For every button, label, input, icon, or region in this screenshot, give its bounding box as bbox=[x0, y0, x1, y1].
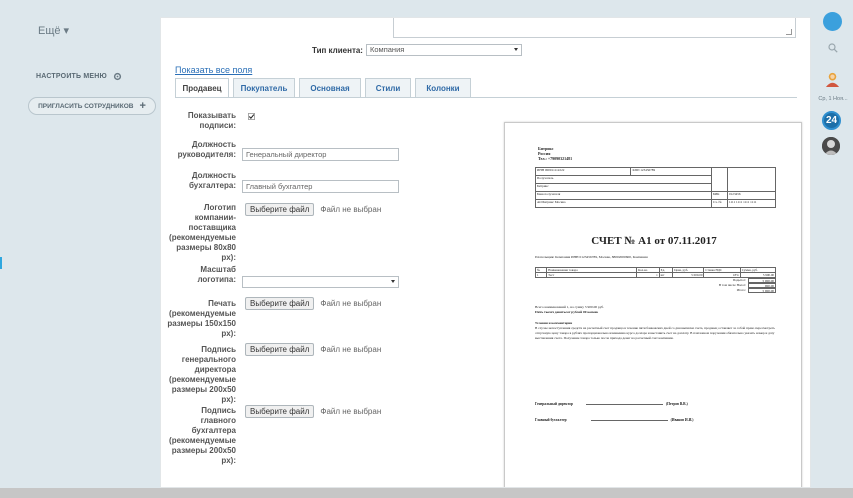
tab-seller[interactable]: Продавец bbox=[175, 78, 229, 97]
stamp-file-status: Файл не выбран bbox=[320, 299, 382, 308]
client-type-value: Компания bbox=[370, 45, 405, 54]
setup-menu-label: НАСТРОИТЬ МЕНЮ bbox=[36, 73, 107, 80]
accountant-name: (Иванов И.И.) bbox=[670, 418, 694, 422]
more-menu-link[interactable]: Ещё ▾ bbox=[38, 24, 69, 37]
tab-columns[interactable]: Колонки bbox=[415, 78, 471, 97]
totals-label: Итого: bbox=[736, 288, 746, 292]
director-signature-label: Подпись генерального директора (рекоменд… bbox=[169, 345, 236, 404]
invite-employees-button[interactable]: ПРИГЛАСИТЬ СОТРУДНИКОВ + bbox=[28, 97, 156, 115]
logo-file-field: Выберите файл Файл не выбран bbox=[245, 203, 381, 216]
seller-phone: Тел.: +79090321481 bbox=[538, 156, 573, 161]
bank-cell: Получатель bbox=[535, 175, 712, 184]
director-signature-file-field: Выберите файл Файл не выбран bbox=[245, 343, 381, 356]
invoice-totals: Подытог: 5 000.00 В том числе Налог: 900… bbox=[685, 278, 776, 293]
contact-avatar[interactable] bbox=[822, 137, 840, 155]
signature-line bbox=[590, 420, 668, 421]
left-sidebar: Ещё ▾ НАСТРОИТЬ МЕНЮ ПРИГЛАСИТЬ СОТРУДНИ… bbox=[14, 18, 156, 488]
user-avatar-icon[interactable] bbox=[824, 71, 841, 88]
bank-cell: ИНН 000011112222 bbox=[534, 167, 632, 176]
invoice-title: СЧЕТ № A1 от 07.11.2017 bbox=[591, 235, 717, 247]
invoice-seller-header: Битрикс Россия Тел.: +79090321481 bbox=[538, 146, 572, 161]
table-cell: шт bbox=[658, 272, 674, 278]
director-signature-line: Генеральный директор (Петров В.В.) bbox=[535, 402, 688, 406]
dropdown-arrow-icon bbox=[514, 48, 518, 51]
director-position-input[interactable]: Генеральный директор bbox=[242, 148, 399, 161]
invoice-preview: Битрикс Россия Тел.: +79090321481 ИНН 00… bbox=[504, 122, 802, 487]
table-cell: Тест bbox=[546, 272, 638, 278]
blue-marker bbox=[0, 257, 2, 269]
accountant-title: Главный бухгалтер bbox=[535, 418, 567, 422]
table-cell: 18% bbox=[703, 272, 741, 278]
bank-cell: Битрикс bbox=[535, 183, 712, 192]
comment-textarea[interactable] bbox=[393, 18, 796, 38]
invoice-settings-panel: Тип клиента: Компания Показать все поля … bbox=[160, 17, 811, 488]
conditions-text: В случае непоступления средств на расчет… bbox=[535, 326, 775, 340]
table-row: 1 Тест 1 шт 5 000.00 18% 5 900.00 bbox=[534, 272, 777, 278]
director-signature-file-status: Файл не выбран bbox=[320, 345, 382, 354]
search-icon[interactable] bbox=[828, 43, 838, 53]
tab-buyer[interactable]: Покупатель bbox=[233, 78, 295, 97]
resize-handle-icon[interactable] bbox=[786, 29, 792, 35]
logo-scale-label: Масштаб логотипа: bbox=[197, 265, 236, 284]
client-type-label: Тип клиента: bbox=[312, 46, 363, 55]
invite-label: ПРИГЛАСИТЬ СОТРУДНИКОВ bbox=[38, 102, 134, 110]
invoice-payer: Плательщик: Компания ИНН 0123456789, Мос… bbox=[535, 255, 648, 259]
logo-file-status: Файл не выбран bbox=[320, 205, 382, 214]
stamp-choose-file-button[interactable]: Выберите файл bbox=[245, 297, 315, 310]
plus-icon: + bbox=[139, 99, 146, 112]
bank-cell: Сч. № bbox=[711, 199, 728, 208]
table-cell: 1 bbox=[636, 272, 660, 278]
notification-icon[interactable] bbox=[823, 12, 842, 31]
logo-scale-select[interactable] bbox=[242, 276, 399, 288]
invoice-conditions: Условия и комментарии В случае непоступл… bbox=[535, 321, 776, 341]
client-type-select[interactable]: Компания bbox=[366, 44, 522, 56]
tab-main[interactable]: Основная bbox=[299, 78, 361, 97]
accountant-position-label: Должность бухгалтера: bbox=[188, 171, 236, 190]
show-signatures-checkbox[interactable] bbox=[248, 113, 255, 120]
signature-line bbox=[585, 404, 663, 405]
accountant-position-input[interactable]: Главный бухгалтер bbox=[242, 180, 399, 193]
director-signature-choose-file-button[interactable]: Выберите файл bbox=[245, 343, 315, 356]
table-cell: 5 000.00 bbox=[672, 272, 705, 278]
director-position-label: Должность руководителя: bbox=[177, 140, 236, 159]
setup-menu-button[interactable]: НАСТРОИТЬ МЕНЮ bbox=[36, 72, 122, 81]
director-title: Генеральный директор bbox=[535, 402, 573, 406]
total-words: Пять тысяч девятьсот рублей 00 копеек bbox=[535, 310, 599, 314]
accountant-signature-file-status: Файл не выбран bbox=[320, 407, 382, 416]
dropdown-arrow-icon bbox=[391, 280, 395, 283]
accountant-signature-label: Подпись главного бухгалтера (рекомендуем… bbox=[169, 406, 236, 465]
bank-cell: 0123456 bbox=[727, 191, 776, 200]
bank-cell: КПП 123456789 bbox=[630, 167, 712, 176]
show-signatures-label: Показывать подписи: bbox=[187, 111, 236, 130]
bank-cell: Банк получателя bbox=[535, 191, 712, 200]
invoice-total-summary: Всего наименований 1, на сумму 5 900.00 … bbox=[535, 305, 604, 315]
accountant-signature-choose-file-button[interactable]: Выберите файл bbox=[245, 405, 315, 418]
bank-details-table: ИНН 000011112222 КПП 123456789 Получател… bbox=[534, 167, 776, 208]
totals-row: Итого: 5 900.00 bbox=[685, 288, 776, 293]
stamp-file-field: Выберите файл Файл не выбран bbox=[245, 297, 381, 310]
stamp-label: Печать (рекомендуемые размеры 150х150 px… bbox=[167, 299, 236, 338]
accountant-signature-line: Главный бухгалтер (Иванов И.И.) bbox=[535, 418, 694, 422]
bank-cell: 1111 1111 1111 1111 bbox=[727, 199, 776, 208]
chat-date-label: Ср, 1 Ноя... bbox=[818, 96, 848, 102]
tabs-divider bbox=[175, 97, 797, 98]
bank-cell: АО Битрикс Москва bbox=[535, 199, 712, 208]
tabs-bar: Продавец Покупатель Основная Стили Колон… bbox=[175, 78, 471, 97]
invoice-items-table: № Наименование товара Кол-во Ед. Цена, р… bbox=[534, 267, 777, 278]
bank-cell: БИК bbox=[711, 191, 728, 200]
table-cell: 5 900.00 bbox=[739, 272, 777, 278]
counter-badge[interactable]: 24 bbox=[822, 111, 841, 130]
show-all-fields-link[interactable]: Показать все поля bbox=[175, 65, 252, 75]
bottom-bar bbox=[0, 488, 853, 498]
totals-value: 5 900.00 bbox=[748, 288, 776, 293]
logo-choose-file-button[interactable]: Выберите файл bbox=[245, 203, 315, 216]
table-cell: 1 bbox=[534, 272, 548, 278]
logo-label: Логотип компании-поставщика (рекомендуем… bbox=[169, 203, 236, 262]
gear-icon bbox=[113, 72, 122, 81]
tab-styles[interactable]: Стили bbox=[365, 78, 411, 97]
accountant-signature-file-field: Выберите файл Файл не выбран bbox=[245, 405, 381, 418]
director-name: (Петров В.В.) bbox=[665, 402, 688, 406]
person-photo-icon bbox=[822, 137, 840, 155]
right-sidebar: Ср, 1 Ноя... 24 bbox=[813, 0, 853, 498]
